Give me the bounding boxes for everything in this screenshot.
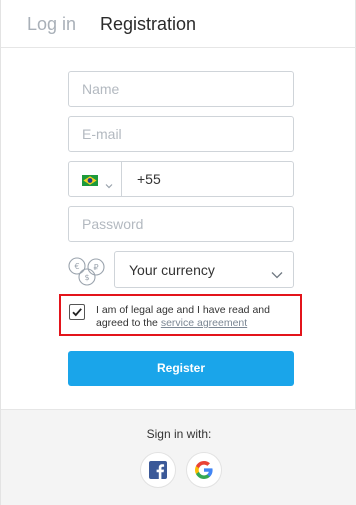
google-signin-button[interactable] xyxy=(186,452,222,488)
phone-input-wrapper xyxy=(122,162,293,196)
registration-panel: Log in Registration Name E-mail +55 € ₽ … xyxy=(0,0,356,505)
facebook-icon xyxy=(149,461,167,479)
check-icon xyxy=(72,308,82,317)
tab-login[interactable]: Log in xyxy=(27,13,76,35)
auth-tabs: Log in Registration xyxy=(1,0,356,48)
chevron-down-icon xyxy=(105,176,113,194)
name-field-wrapper xyxy=(68,71,294,107)
svg-text:€: € xyxy=(74,262,79,271)
email-field-wrapper xyxy=(68,116,294,152)
phone-input[interactable] xyxy=(122,162,293,196)
service-agreement-link[interactable]: service agreement xyxy=(161,317,247,329)
agreement-checkbox[interactable] xyxy=(69,304,85,320)
agreement-text: I am of legal age and I have read and ag… xyxy=(96,304,296,330)
tab-registration[interactable]: Registration xyxy=(100,13,196,35)
phone-field-wrapper xyxy=(68,161,294,197)
social-signin-footer: Sign in with: xyxy=(1,409,356,505)
svg-text:$: $ xyxy=(84,273,89,282)
password-field-wrapper xyxy=(68,206,294,242)
facebook-signin-button[interactable] xyxy=(140,452,176,488)
brazil-flag-icon xyxy=(82,175,98,186)
signin-with-label: Sign in with: xyxy=(146,427,212,441)
agreement-highlight: I am of legal age and I have read and ag… xyxy=(59,294,302,336)
email-field[interactable] xyxy=(69,117,293,151)
currency-select[interactable]: Your currency xyxy=(114,251,294,288)
name-field[interactable] xyxy=(69,72,293,106)
register-button[interactable]: Register xyxy=(68,351,294,386)
currency-select-label: Your currency xyxy=(129,262,215,278)
country-code-select[interactable] xyxy=(69,162,122,196)
chevron-down-icon xyxy=(271,266,283,284)
google-icon xyxy=(195,461,213,479)
currency-coins-icon: € ₽ $ xyxy=(67,255,107,287)
svg-text:₽: ₽ xyxy=(93,263,98,272)
password-field[interactable] xyxy=(69,207,293,241)
